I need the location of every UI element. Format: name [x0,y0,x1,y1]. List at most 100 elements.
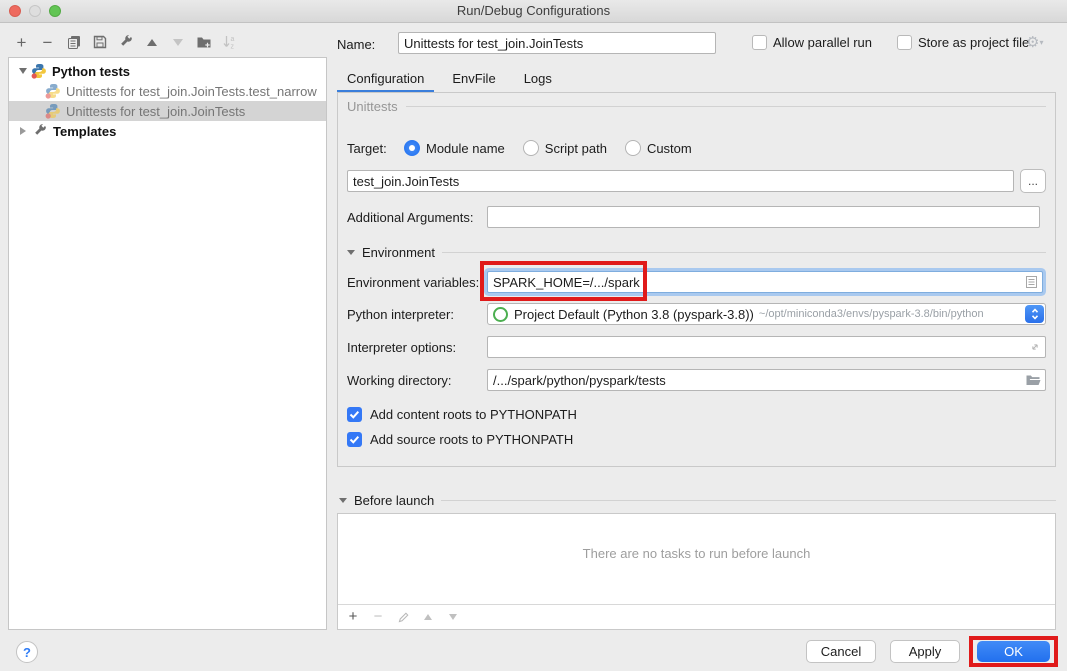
svg-text:a: a [230,36,234,43]
before-launch-toolbar: + − [338,604,1055,629]
edit-variables-icon[interactable] [1025,275,1038,289]
add-content-roots-checkbox[interactable]: Add content roots to PYTHONPATH [347,407,1046,422]
config-tabs: Configuration EnvFile Logs [337,66,570,93]
section-label: Before launch [354,493,434,508]
store-as-project-file-checkbox[interactable]: Store as project file [897,35,1029,50]
tree-item-label: Python tests [52,64,130,79]
remove-task-icon[interactable]: − [371,610,385,624]
save-configuration-icon[interactable] [91,34,108,51]
checkbox-label: Add source roots to PYTHONPATH [370,432,573,447]
working-directory-input[interactable] [487,369,1046,391]
name-label: Name: [337,37,375,52]
remove-configuration-icon[interactable]: − [39,34,56,51]
additional-arguments-label: Additional Arguments: [347,210,487,225]
environment-variables-input[interactable] [487,271,1043,293]
new-folder-icon[interactable] [195,34,212,51]
collapse-icon[interactable] [339,498,347,503]
working-directory-label: Working directory: [347,373,487,388]
checkbox-box[interactable] [347,432,362,447]
tab-configuration[interactable]: Configuration [337,66,434,93]
apply-button[interactable]: Apply [890,640,960,663]
window-title: Run/Debug Configurations [0,3,1067,18]
templates-wrench-icon [32,123,48,139]
collapse-icon[interactable] [19,68,27,74]
ok-button[interactable]: OK [977,641,1050,662]
interpreter-options-label: Interpreter options: [347,340,487,355]
tree-item-templates[interactable]: Templates [9,121,326,141]
collapse-icon[interactable] [347,250,355,255]
move-task-up-icon[interactable] [421,610,435,624]
python-interpreter-row: Python interpreter: Project Default (Pyt… [347,303,1046,325]
add-task-icon[interactable]: + [346,610,360,624]
before-launch-empty-text: There are no tasks to run before launch [338,546,1055,561]
move-up-icon[interactable] [143,34,160,51]
interpreter-options-row: Interpreter options: [347,336,1046,358]
add-source-roots-checkbox[interactable]: Add source roots to PYTHONPATH [347,432,1046,447]
radio-script-path[interactable]: Script path [523,140,607,156]
interpreter-path: ~/opt/miniconda3/envs/pyspark-3.8/bin/py… [759,308,984,320]
before-launch-section-header[interactable]: Before launch [339,493,1056,508]
tree-item-unittests-narrow[interactable]: Unittests for test_join.JoinTests.test_n… [9,81,326,101]
title-bar: Run/Debug Configurations [0,0,1067,23]
interpreter-name: Project Default (Python 3.8 (pyspark-3.8… [514,307,754,322]
radio-button[interactable] [404,140,420,156]
configuration-panel: Unittests Target: Module name Script pat… [337,92,1056,467]
store-options-gear-icon[interactable]: ⚙▾ [1026,33,1043,52]
working-directory-row: Working directory: [347,369,1046,391]
python-interpreter-label: Python interpreter: [347,307,487,322]
expand-field-icon[interactable] [1029,341,1041,353]
move-down-icon[interactable] [169,34,186,51]
module-row: ... [347,169,1046,193]
cancel-button[interactable]: Cancel [806,640,876,663]
help-button[interactable]: ? [16,641,38,663]
additional-arguments-row: Additional Arguments: [347,206,1046,228]
tree-item-python-tests[interactable]: Python tests [9,61,326,81]
copy-configuration-icon[interactable] [65,34,82,51]
sort-alphabetically-icon[interactable]: az [221,34,238,51]
checkbox-label: Allow parallel run [773,35,872,50]
section-label: Environment [362,245,435,260]
radio-label: Script path [545,141,607,156]
tree-item-label: Templates [53,124,116,139]
name-input[interactable] [398,32,716,54]
interpreter-options-input[interactable] [487,336,1046,358]
move-task-down-icon[interactable] [446,610,460,624]
radio-button[interactable] [523,140,539,156]
tree-item-unittests-jointests-selected[interactable]: Unittests for test_join.JoinTests [9,101,326,121]
expand-icon[interactable] [20,127,26,135]
radio-custom[interactable]: Custom [625,140,692,156]
checkbox-box[interactable] [897,35,912,50]
radio-button[interactable] [625,140,641,156]
svg-text:z: z [230,44,234,51]
unittest-config-icon [45,103,61,119]
tree-item-label: Unittests for test_join.JoinTests.test_n… [66,84,317,99]
radio-module-name[interactable]: Module name [404,140,505,156]
tab-envfile[interactable]: EnvFile [442,66,505,93]
environment-variables-label: Environment variables: [347,275,487,290]
python-tests-icon [31,63,47,79]
edit-task-icon[interactable] [396,610,410,624]
before-launch-task-list: There are no tasks to run before launch … [337,513,1056,630]
edit-templates-icon[interactable] [117,34,134,51]
dropdown-stepper-icon[interactable] [1025,305,1044,323]
unittest-config-icon [45,83,61,99]
conda-environment-icon [493,307,508,322]
module-name-input[interactable] [347,170,1014,192]
target-label: Target: [347,141,404,156]
configurations-toolbar: + − az [13,31,238,53]
environment-section-header[interactable]: Environment [347,245,1046,260]
checkbox-box[interactable] [347,407,362,422]
tab-logs[interactable]: Logs [514,66,562,93]
browse-module-button[interactable]: ... [1020,169,1046,193]
python-interpreter-select[interactable]: Project Default (Python 3.8 (pyspark-3.8… [487,303,1046,325]
radio-label: Custom [647,141,692,156]
browse-folder-icon[interactable] [1025,373,1041,387]
checkbox-box[interactable] [752,35,767,50]
tree-item-label: Unittests for test_join.JoinTests [66,104,245,119]
environment-variables-row: Environment variables: [347,271,1046,293]
additional-arguments-input[interactable] [487,206,1040,228]
add-configuration-icon[interactable]: + [13,34,30,51]
unittests-group-header: Unittests [347,99,1046,114]
checkbox-label: Store as project file [918,35,1029,50]
allow-parallel-run-checkbox[interactable]: Allow parallel run [752,35,872,50]
